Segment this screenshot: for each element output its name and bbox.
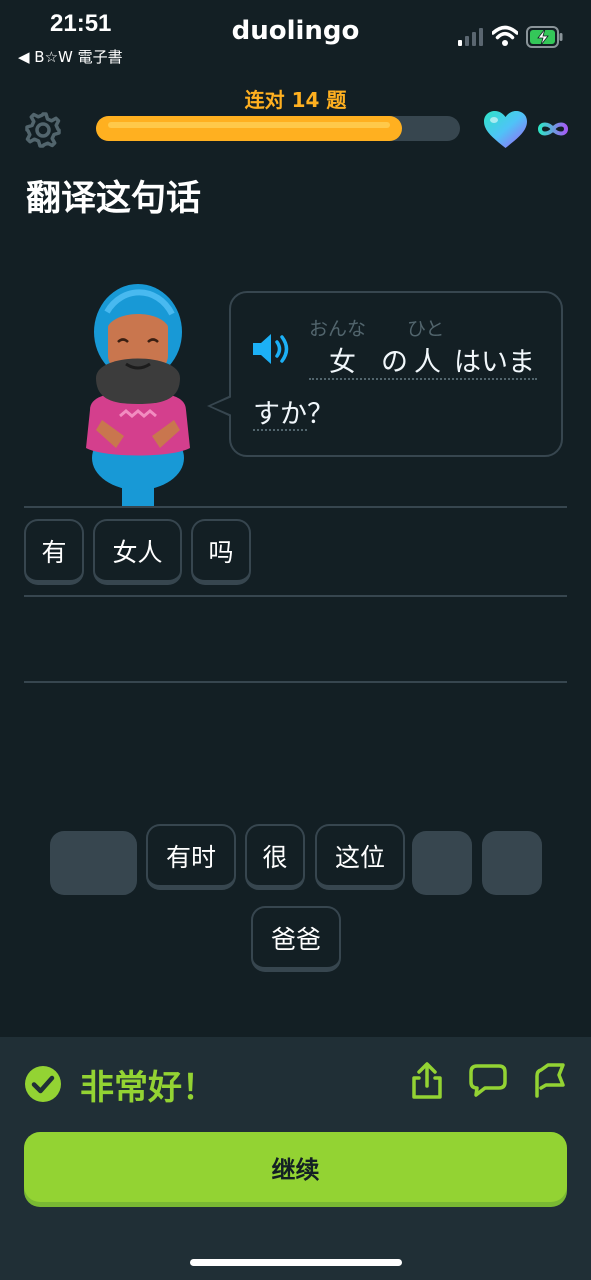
- prompt-word-onna[interactable]: 女: [329, 340, 356, 379]
- prompt-underline-1: [309, 378, 537, 380]
- comment-icon[interactable]: [469, 1064, 507, 1098]
- continue-button[interactable]: 继续: [24, 1132, 567, 1202]
- signal-icon: [458, 28, 486, 46]
- prompt-word-hito[interactable]: 人: [414, 340, 441, 379]
- word-bank-empty-slot: [482, 831, 542, 895]
- character-illustration: [72, 280, 206, 508]
- word-bank-tile-baba[interactable]: 爸爸: [251, 906, 341, 972]
- progress-shine: [108, 122, 390, 128]
- word-bank-tile-zhewei[interactable]: 这位: [315, 824, 405, 890]
- challenge-title: 翻译这句话: [26, 179, 202, 219]
- answer-tile-ma[interactable]: 吗: [191, 519, 251, 585]
- flag-icon[interactable]: [532, 1062, 566, 1098]
- wifi-icon: [491, 25, 519, 47]
- answer-line-bottom: [24, 681, 567, 683]
- gear-icon[interactable]: [24, 111, 62, 149]
- speaker-icon[interactable]: [251, 331, 295, 367]
- share-icon[interactable]: [411, 1062, 443, 1100]
- word-bank-empty-slot: [412, 831, 472, 895]
- prompt-word-suka[interactable]: すか？: [253, 392, 334, 431]
- back-to-app-link[interactable]: ◀ B☆W 電子書: [18, 46, 123, 67]
- infinity-icon: [536, 114, 570, 144]
- answer-tile-you[interactable]: 有: [24, 519, 84, 585]
- home-indicator[interactable]: [190, 1259, 402, 1266]
- prompt-word-haima[interactable]: はいま: [454, 340, 535, 379]
- word-bank-tile-hen[interactable]: 很: [245, 824, 305, 890]
- answer-tile-nvren[interactable]: 女人: [93, 519, 182, 585]
- answer-line-middle: [24, 595, 567, 597]
- streak-label: 连对 14 题: [244, 88, 347, 112]
- furigana-hito: ひと: [407, 318, 445, 340]
- word-bank-empty-slot: [50, 831, 137, 895]
- check-circle-icon: [24, 1065, 62, 1103]
- speech-bubble-tail-fill: [211, 397, 232, 415]
- battery-charging-icon: [526, 26, 564, 48]
- prompt-word-no[interactable]: の: [381, 340, 408, 379]
- prompt-underline-2: [253, 429, 307, 431]
- answer-line-top: [24, 506, 567, 508]
- feedback-message: 非常好！: [80, 1068, 216, 1108]
- word-bank-tile-youshi[interactable]: 有时: [146, 824, 236, 890]
- progress-fill: [96, 116, 402, 141]
- heart-icon: [483, 110, 528, 150]
- progress-bar: [96, 116, 460, 141]
- furigana-onna: おんな: [309, 318, 367, 340]
